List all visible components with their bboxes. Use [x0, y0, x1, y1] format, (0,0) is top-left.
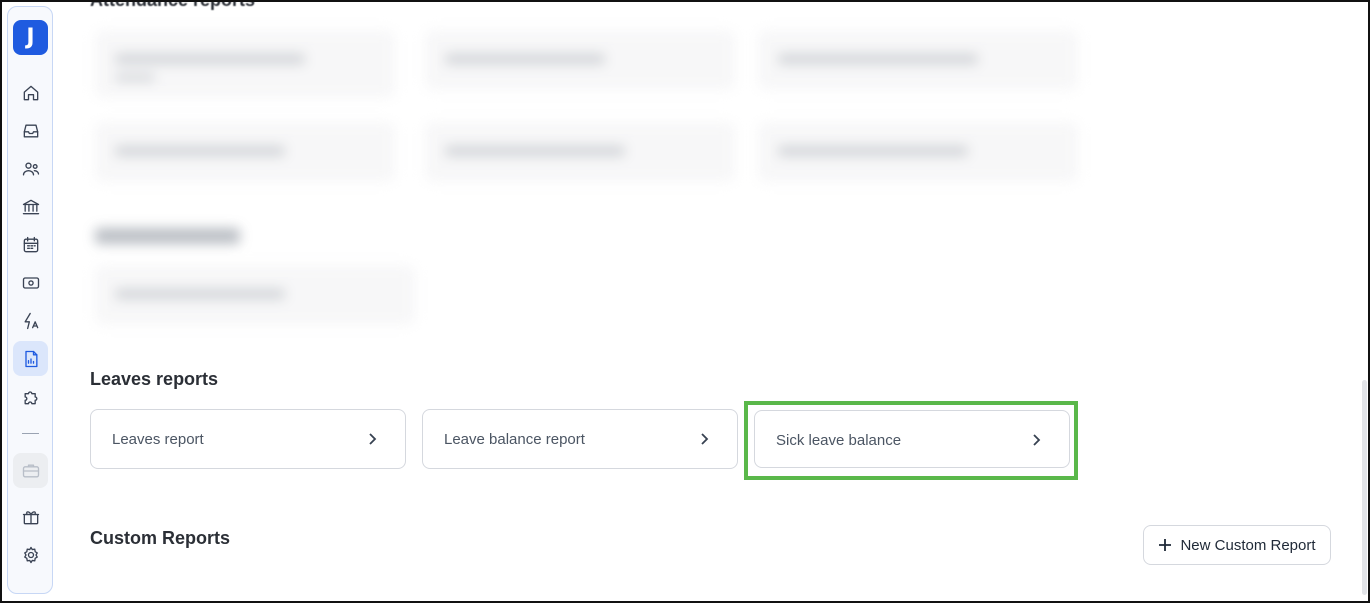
sidebar-divider [22, 433, 39, 434]
reports-icon [24, 350, 37, 367]
new-custom-report-button[interactable]: New Custom Report [1143, 525, 1331, 565]
gift-icon [22, 510, 39, 524]
blurred-reports-area [0, 0, 1100, 340]
chevron-right-icon [697, 432, 711, 446]
sidebar-item-integrations[interactable] [13, 379, 48, 414]
sidebar-item-briefcase[interactable] [13, 453, 48, 488]
blurred-card [95, 122, 395, 182]
new-custom-report-label: New Custom Report [1180, 536, 1316, 554]
report-card-label: Leave balance report [444, 431, 585, 448]
blurred-card [758, 30, 1078, 90]
custom-reports-title: Custom Reports [90, 528, 231, 548]
leaves-reports-title: Leaves reports [90, 369, 219, 389]
scrollbar[interactable] [1362, 380, 1367, 595]
briefcase-icon [22, 464, 39, 477]
blurred-card [95, 265, 415, 325]
gear-icon [23, 546, 38, 563]
blurred-section-title [95, 228, 240, 244]
sidebar-item-reports[interactable] [13, 341, 48, 376]
leave-balance-report-card[interactable]: Leave balance report [422, 409, 738, 469]
blurred-card [425, 30, 735, 90]
blurred-card [758, 122, 1078, 182]
plus-icon [1159, 539, 1172, 551]
sidebar-item-settings[interactable] [13, 537, 48, 572]
leaves-report-card[interactable]: Leaves report [90, 409, 406, 469]
blurred-card [425, 122, 735, 182]
puzzle-icon [24, 390, 37, 404]
report-card-label: Leaves report [112, 431, 204, 448]
sidebar-item-gift[interactable] [13, 499, 48, 534]
blurred-card [95, 30, 395, 98]
chevron-right-icon [365, 432, 379, 446]
highlight-box [744, 401, 1078, 480]
